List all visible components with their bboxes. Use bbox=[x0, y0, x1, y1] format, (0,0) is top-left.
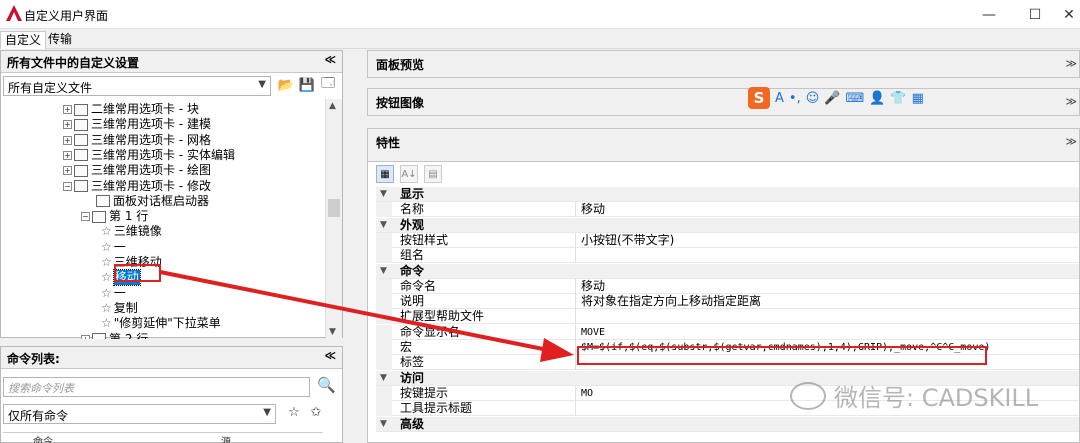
watermark-text: 微信号: CADSKILL bbox=[834, 384, 1039, 412]
wechat-icon bbox=[790, 381, 826, 410]
annotation-arrow bbox=[159, 270, 574, 362]
watermark: 微信号: CADSKILL bbox=[790, 378, 1038, 413]
